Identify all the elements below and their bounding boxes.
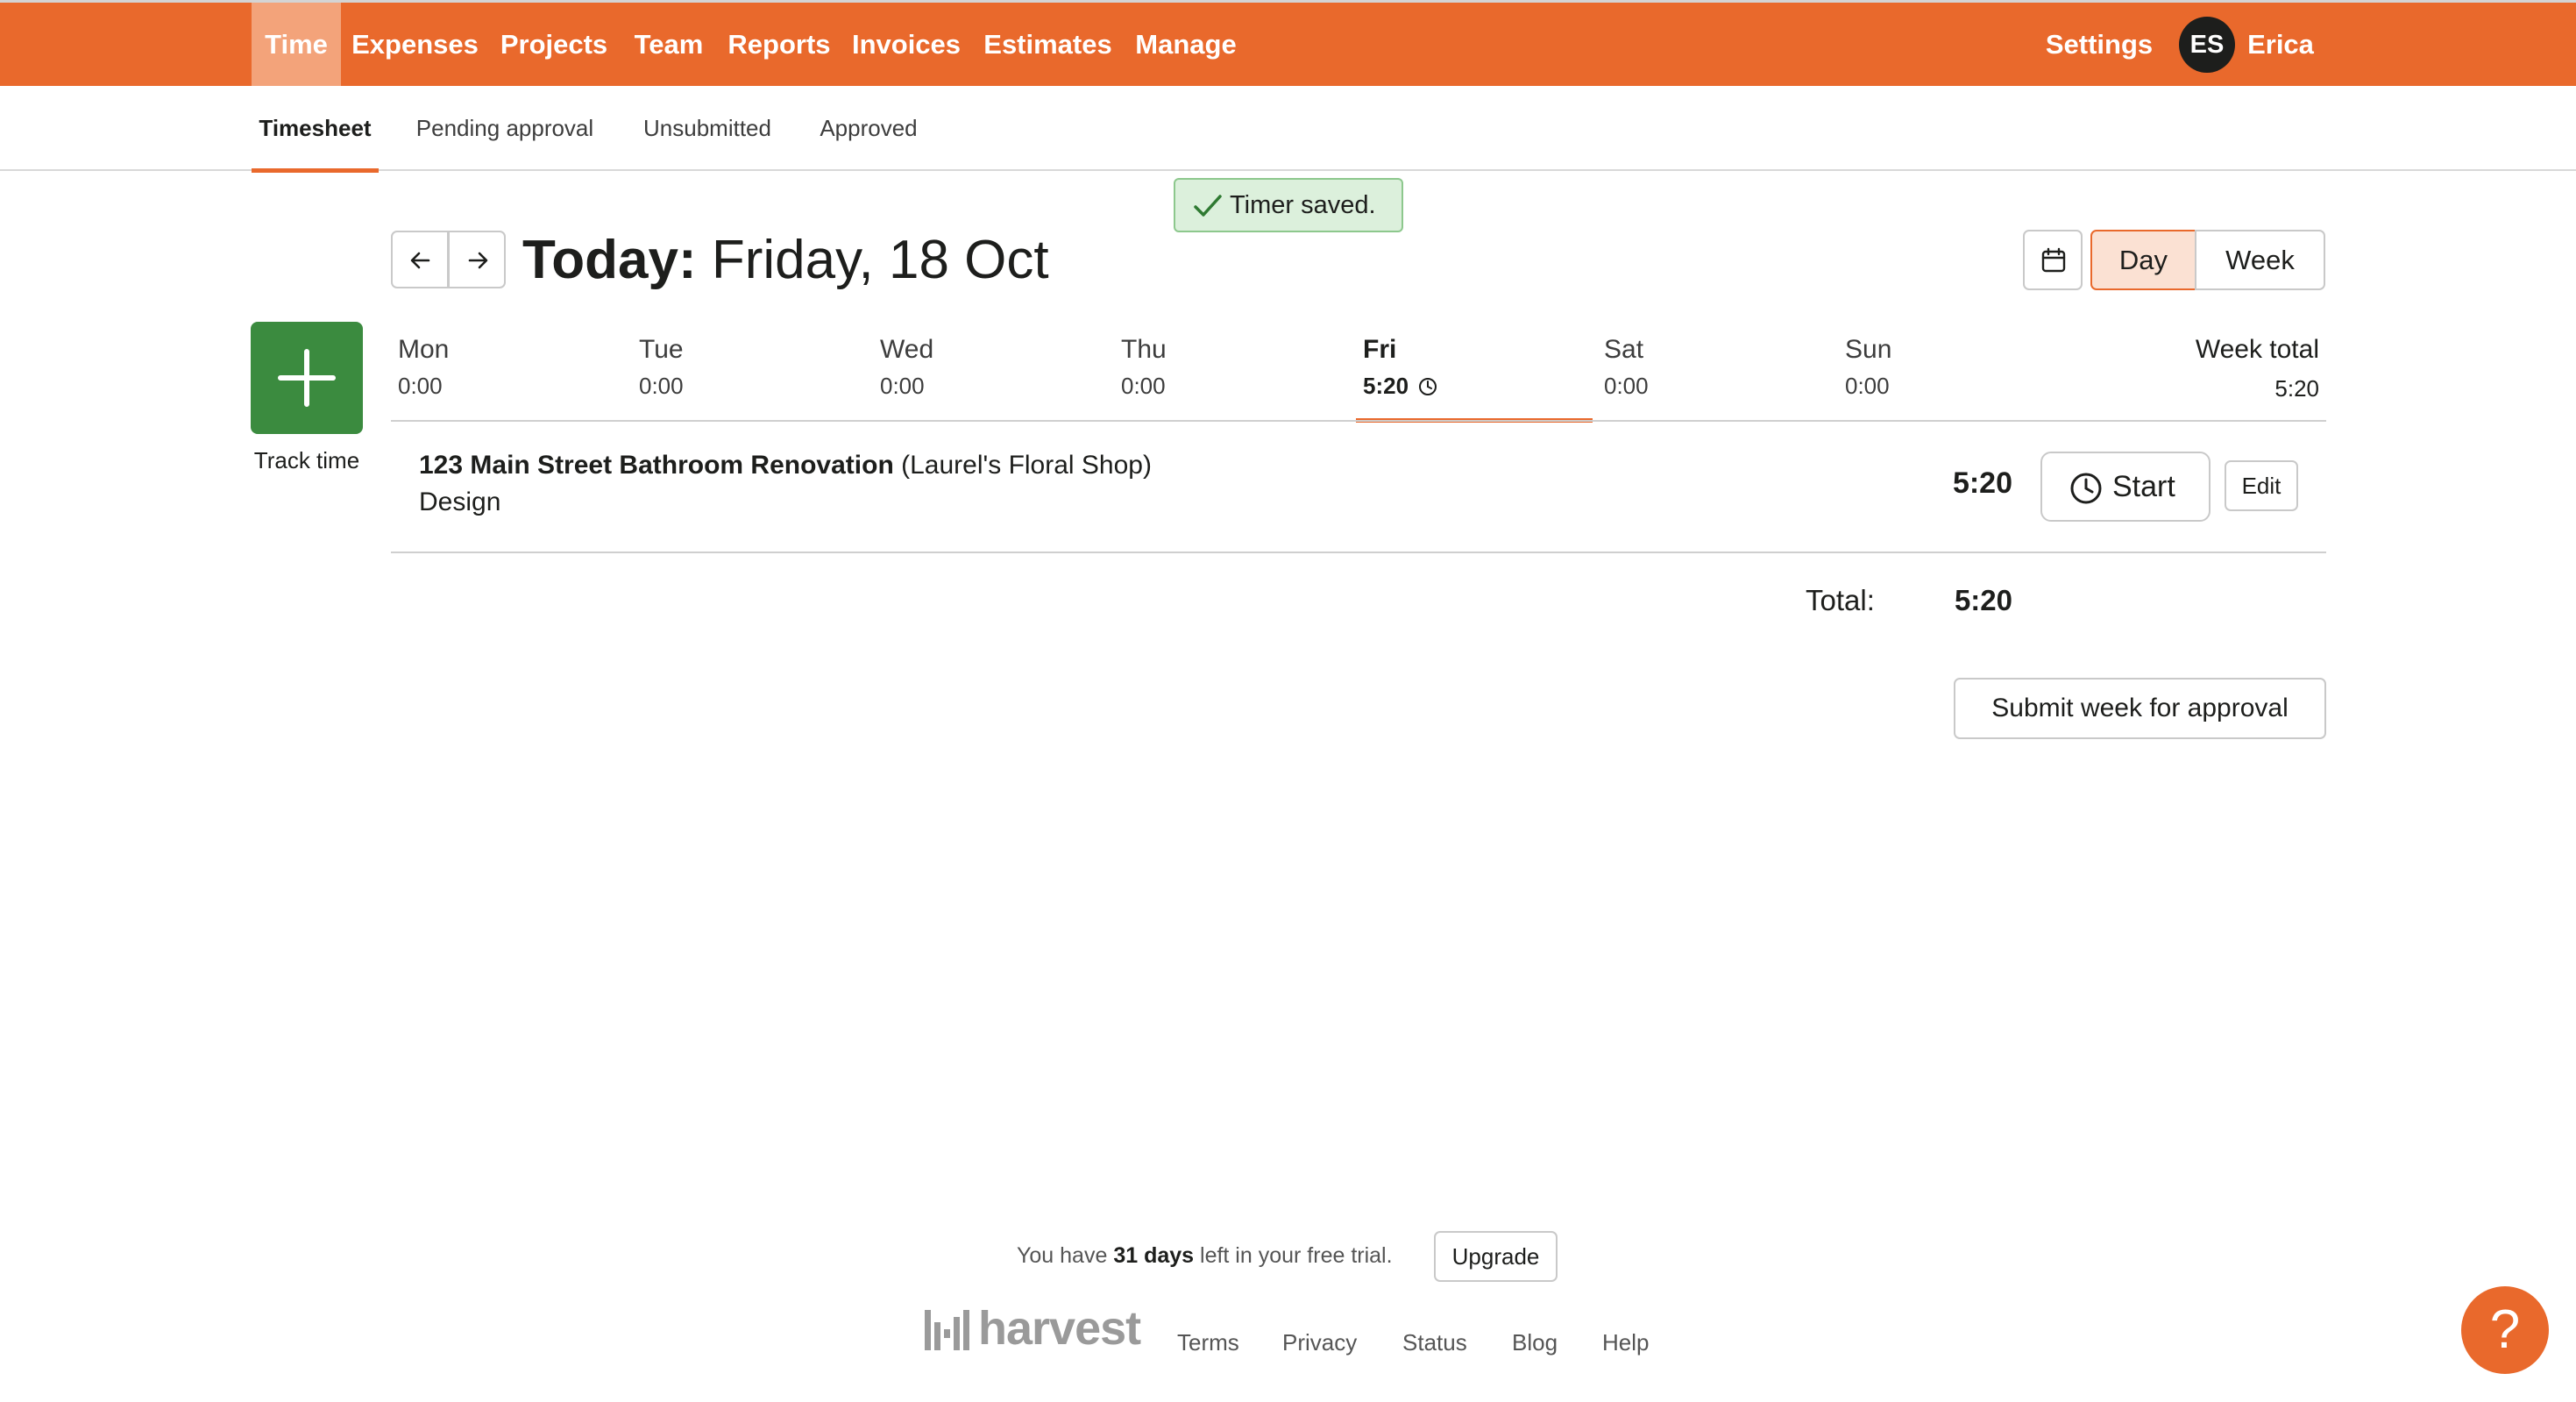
footer-link-terms[interactable]: Terms <box>1177 1329 1239 1356</box>
day-name: Fri <box>1363 335 1397 364</box>
start-label: Start <box>2112 470 2175 503</box>
divider <box>391 552 2326 553</box>
trial-prefix: You have <box>1017 1243 1108 1268</box>
clock-icon <box>2070 473 2102 504</box>
nav-settings[interactable]: Settings <box>2038 3 2161 86</box>
track-time-label: Track time <box>253 447 360 473</box>
nav-reports[interactable]: Reports <box>720 3 838 86</box>
calendar-button[interactable] <box>2023 230 2083 290</box>
week-total: Week total 5:20 <box>2104 335 2319 402</box>
harvest-logo-icon <box>925 1310 969 1350</box>
trial-notice: You have 31 days left in your free trial… <box>1017 1243 1393 1269</box>
page-title: Today: Friday, 18 Oct <box>522 226 1049 295</box>
day-sat[interactable]: Sat 0:00 <box>1597 335 1834 421</box>
check-icon <box>1194 195 1222 217</box>
day-name: Sun <box>1845 335 1892 364</box>
day-thu[interactable]: Thu 0:00 <box>1114 335 1351 421</box>
project-name: 123 Main Street Bathroom Renovation <box>419 451 894 480</box>
day-wed[interactable]: Wed 0:00 <box>873 335 1110 421</box>
avatar[interactable]: ES <box>2179 17 2235 73</box>
day-name: Mon <box>398 335 450 364</box>
day-sun[interactable]: Sun 0:00 <box>1838 335 2075 421</box>
day-hours: 0:00 <box>1845 373 1890 399</box>
tab-timesheet[interactable]: Timesheet <box>252 86 379 173</box>
start-timer-button[interactable]: Start <box>2040 452 2211 522</box>
footer-link-blog[interactable]: Blog <box>1512 1329 1558 1356</box>
day-hours: 0:00 <box>1121 373 1166 399</box>
day-hours: 0:00 <box>398 373 443 399</box>
day-hours: 0:00 <box>1604 373 1649 399</box>
submit-week-button[interactable]: Submit week for approval <box>1954 678 2326 739</box>
nav-projects[interactable]: Projects <box>493 3 614 86</box>
nav-estimates[interactable]: Estimates <box>976 3 1120 86</box>
view-week-button[interactable]: Week <box>2195 230 2325 290</box>
nav-invoices[interactable]: Invoices <box>847 3 966 86</box>
footer-link-help[interactable]: Help <box>1602 1329 1649 1356</box>
total-value: 5:20 <box>1954 584 2012 616</box>
current-date: Friday, 18 Oct <box>711 230 1049 290</box>
tab-pending-approval[interactable]: Pending approval <box>408 86 601 171</box>
track-time-button[interactable] <box>251 322 363 434</box>
nav-manage[interactable]: Manage <box>1127 3 1245 86</box>
day-hours: 5:20 <box>1363 373 1437 400</box>
next-day-button[interactable] <box>448 231 506 288</box>
today-label: Today: <box>522 230 697 290</box>
arrow-right-icon <box>468 252 488 269</box>
edit-entry-button[interactable]: Edit <box>2225 460 2298 511</box>
user-name[interactable]: Erica <box>2244 3 2317 86</box>
entry-project: 123 Main Street Bathroom Renovation (Lau… <box>419 451 1152 480</box>
sub-nav: Timesheet Pending approval Unsubmitted A… <box>0 86 2576 173</box>
day-name: Tue <box>639 335 684 364</box>
day-name: Sat <box>1604 335 1644 364</box>
top-nav: Time Expenses Projects Team Reports Invo… <box>0 0 2576 86</box>
nav-team[interactable]: Team <box>625 3 713 86</box>
help-button[interactable]: ? <box>2461 1286 2549 1374</box>
footer-link-privacy[interactable]: Privacy <box>1282 1329 1357 1356</box>
nav-expenses[interactable]: Expenses <box>348 3 482 86</box>
entry-task: Design <box>419 487 501 516</box>
divider <box>391 420 2326 422</box>
tab-approved[interactable]: Approved <box>811 86 926 171</box>
client-name: (Laurel's Floral Shop) <box>901 451 1152 480</box>
tab-unsubmitted[interactable]: Unsubmitted <box>633 86 782 171</box>
clock-icon <box>1419 378 1437 395</box>
nav-time[interactable]: Time <box>252 3 341 86</box>
week-total-value: 5:20 <box>2274 375 2319 402</box>
day-name: Thu <box>1121 335 1167 364</box>
day-hours: 0:00 <box>639 373 684 399</box>
calendar-icon <box>2041 247 2066 273</box>
day-hours-value: 5:20 <box>1363 373 1409 399</box>
plus-icon <box>278 349 336 407</box>
week-total-label: Week total <box>2195 335 2319 364</box>
day-hours: 0:00 <box>880 373 925 399</box>
day-fri[interactable]: Fri 5:20 <box>1356 335 1593 423</box>
footer-link-status[interactable]: Status <box>1402 1329 1467 1356</box>
day-mon[interactable]: Mon 0:00 <box>391 335 628 421</box>
view-day-button[interactable]: Day <box>2090 230 2196 290</box>
day-name: Wed <box>880 335 934 364</box>
toast-timer-saved: Timer saved. <box>1174 178 1403 232</box>
trial-suffix: left in your free trial. <box>1200 1243 1393 1268</box>
trial-days: 31 days <box>1113 1243 1195 1268</box>
day-tue[interactable]: Tue 0:00 <box>632 335 869 421</box>
arrow-left-icon <box>410 252 430 269</box>
upgrade-button[interactable]: Upgrade <box>1434 1231 1558 1282</box>
prev-day-button[interactable] <box>391 231 449 288</box>
toast-text: Timer saved. <box>1230 191 1376 219</box>
harvest-logo: harvest <box>978 1302 1141 1355</box>
total-label: Total: <box>1806 584 1875 616</box>
entry-hours: 5:20 <box>1952 466 2012 500</box>
